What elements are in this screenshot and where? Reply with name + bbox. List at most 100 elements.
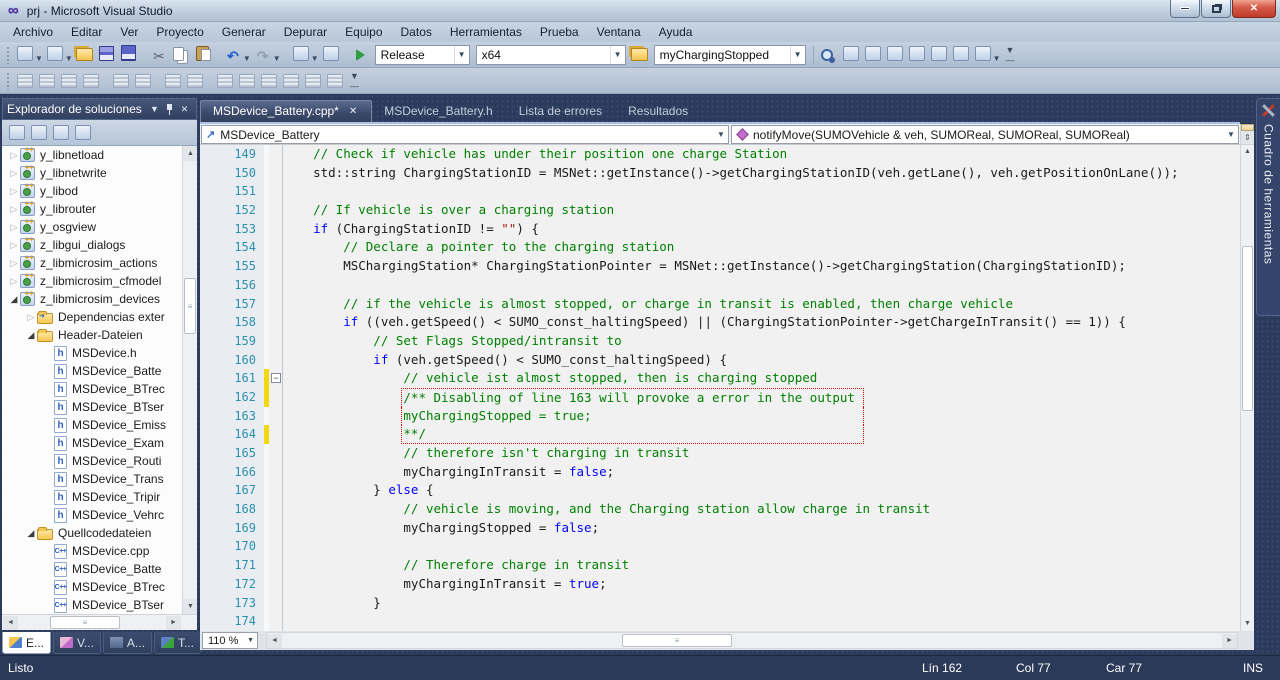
scroll-right-icon[interactable]: ► (166, 616, 181, 630)
next-bookmark-icon[interactable] (259, 71, 279, 91)
tree-item[interactable]: ▷y_libnetwrite (2, 164, 197, 182)
menu-editar[interactable]: Editar (62, 23, 111, 41)
paste-icon[interactable] (193, 43, 213, 63)
tree-item[interactable]: ▷y_libnetload (2, 146, 197, 164)
scroll-up-icon[interactable]: ▲ (1241, 145, 1254, 159)
quick-info-icon[interactable] (59, 71, 79, 91)
solution-explorer-icon[interactable] (929, 43, 949, 63)
collapse-region-icon[interactable]: − (271, 373, 281, 383)
tab-msdevice-battery-h[interactable]: MSDevice_Battery.h (372, 101, 507, 122)
tree-item[interactable]: ▷y_librouter (2, 200, 197, 218)
object-browser-icon[interactable] (863, 43, 883, 63)
code-line-172[interactable]: 172myChargingInTransit = true; (200, 575, 1240, 594)
expand-icon[interactable]: ▷ (8, 168, 20, 179)
code-line-174[interactable]: 174 (200, 612, 1240, 631)
tab-msdevice-battery-cpp[interactable]: MSDevice_Battery.cpp* ✕ (200, 100, 372, 122)
code-line-169[interactable]: 169myChargingStopped = false; (200, 519, 1240, 538)
code-line-164[interactable]: 164**/ (200, 425, 1240, 444)
tree-item[interactable]: hMSDevice_BTser (2, 398, 197, 416)
zoom-combo[interactable]: 110 % ▼ (202, 632, 258, 649)
complete-word-icon[interactable] (81, 71, 101, 91)
copy-icon[interactable] (171, 45, 191, 65)
code-editor[interactable]: 149// Check if vehicle has under their p… (200, 145, 1240, 631)
chevron-down-icon[interactable]: ▼ (610, 46, 625, 64)
navigate-forward-icon[interactable] (321, 43, 341, 63)
chevron-down-icon[interactable]: ▼ (993, 54, 1001, 63)
code-line-160[interactable]: 160if (veh.getSpeed() < SUMO_const_halti… (200, 351, 1240, 370)
tree-item[interactable]: ▷y_libod (2, 182, 197, 200)
scroll-down-icon[interactable]: ▼ (1241, 617, 1254, 631)
scrollbar-thumb[interactable]: ≡ (184, 278, 196, 334)
tree-item[interactable]: hMSDevice_Vehrc (2, 506, 197, 524)
menu-archivo[interactable]: Archivo (4, 23, 62, 41)
toolbox-icon[interactable] (907, 43, 927, 63)
save-all-icon[interactable] (119, 43, 139, 63)
collapse-icon[interactable]: ◢ (25, 330, 37, 341)
code-line-155[interactable]: 155MSChargingStation* ChargingStationPoi… (200, 257, 1240, 276)
code-line-163[interactable]: 163myChargingStopped = true; (200, 407, 1240, 426)
scroll-left-icon[interactable]: ◄ (267, 634, 282, 648)
chevron-down-icon[interactable]: ▼ (454, 46, 469, 64)
redo-icon[interactable] (253, 46, 273, 66)
extension-manager-icon[interactable] (951, 43, 971, 63)
find-combo[interactable]: myChargingStopped ▼ (654, 45, 806, 65)
tree-item[interactable]: hMSDevice_Trans (2, 470, 197, 488)
expand-icon[interactable]: ▷ (8, 150, 20, 161)
scrollbar-thumb[interactable]: ≡ (622, 634, 732, 647)
undo-icon[interactable] (223, 46, 243, 66)
tree-item[interactable]: ▷y_osgview (2, 218, 197, 236)
decrease-indent-icon[interactable] (133, 71, 153, 91)
scroll-down-icon[interactable]: ▼ (183, 599, 197, 614)
tree-item[interactable]: ▷z_libmicrosim_cfmodel (2, 272, 197, 290)
code-line-161[interactable]: 161−// vehicle ist almost stopped, then … (200, 369, 1240, 388)
types-dropdown[interactable]: ↗ MSDevice_Battery ▼ (201, 125, 729, 144)
scroll-right-icon[interactable]: ► (1222, 634, 1237, 648)
chevron-down-icon[interactable]: ▼ (273, 54, 281, 63)
toolbox-tab[interactable]: Cuadro de herramientas (1256, 98, 1280, 316)
expand-icon[interactable]: ▷ (8, 222, 20, 233)
restore-button[interactable] (1201, 0, 1231, 18)
menu-depurar[interactable]: Depurar (275, 23, 336, 41)
tree-item[interactable]: hMSDevice_Emiss (2, 416, 197, 434)
platform-combo[interactable]: x64 ▼ (476, 45, 626, 65)
chevron-down-icon[interactable]: ▼ (311, 54, 319, 63)
configuration-combo[interactable]: Release ▼ (375, 45, 470, 65)
close-panel-icon[interactable]: ✕ (177, 104, 192, 115)
expand-icon[interactable]: ▷ (8, 186, 20, 197)
save-icon[interactable] (97, 43, 117, 63)
code-line-153[interactable]: 153if (ChargingStationID != "") { (200, 220, 1240, 239)
code-line-171[interactable]: 171// Therefore charge in transit (200, 556, 1240, 575)
next-bookmark-folder-icon[interactable] (303, 71, 323, 91)
add-item-icon[interactable] (45, 43, 65, 63)
chevron-down-icon[interactable]: ▼ (1224, 130, 1238, 139)
tree-item[interactable]: hMSDevice_BTrec (2, 380, 197, 398)
tree-item[interactable]: hMSDevice_Tripir (2, 488, 197, 506)
scrollbar-thumb[interactable] (1242, 246, 1253, 411)
auto-hide-pin-icon[interactable] (166, 104, 173, 115)
expand-icon[interactable]: ▷ (8, 204, 20, 215)
parameter-info-icon[interactable] (37, 71, 57, 91)
code-line-162[interactable]: 162/** Disabling of line 163 will provok… (200, 388, 1240, 407)
member-list-icon[interactable] (15, 71, 35, 91)
prev-bookmark-icon[interactable] (237, 71, 257, 91)
properties-icon[interactable] (7, 123, 27, 143)
menu-ventana[interactable]: Ventana (588, 23, 650, 41)
toolbar-overflow-icon[interactable]: ▼— (1006, 45, 1014, 65)
collapse-icon[interactable]: ◢ (25, 528, 37, 539)
tree-item[interactable]: hMSDevice_Routi (2, 452, 197, 470)
tree-horizontal-scrollbar[interactable]: ◄ ≡ ► (2, 614, 197, 630)
collapse-icon[interactable]: ◢ (8, 294, 20, 305)
tree-item[interactable]: ◢Header-Dateien (2, 326, 197, 344)
tree-item[interactable]: C++MSDevice_BTrec (2, 578, 197, 596)
increase-indent-icon[interactable] (111, 71, 131, 91)
chevron-down-icon[interactable]: ▼ (790, 46, 805, 64)
editor-horizontal-scrollbar[interactable]: ◄ ≡ ► (266, 632, 1238, 649)
navigate-backward-icon[interactable] (291, 43, 311, 63)
code-line-173[interactable]: 173} (200, 594, 1240, 613)
tab-solution-explorer[interactable]: E... (2, 632, 51, 654)
code-line-152[interactable]: 152// If vehicle is over a charging stat… (200, 201, 1240, 220)
view-designer-icon[interactable] (73, 123, 93, 143)
command-window-icon[interactable] (973, 43, 993, 63)
menu-ayuda[interactable]: Ayuda (650, 23, 702, 41)
menu-proyecto[interactable]: Proyecto (147, 23, 212, 41)
